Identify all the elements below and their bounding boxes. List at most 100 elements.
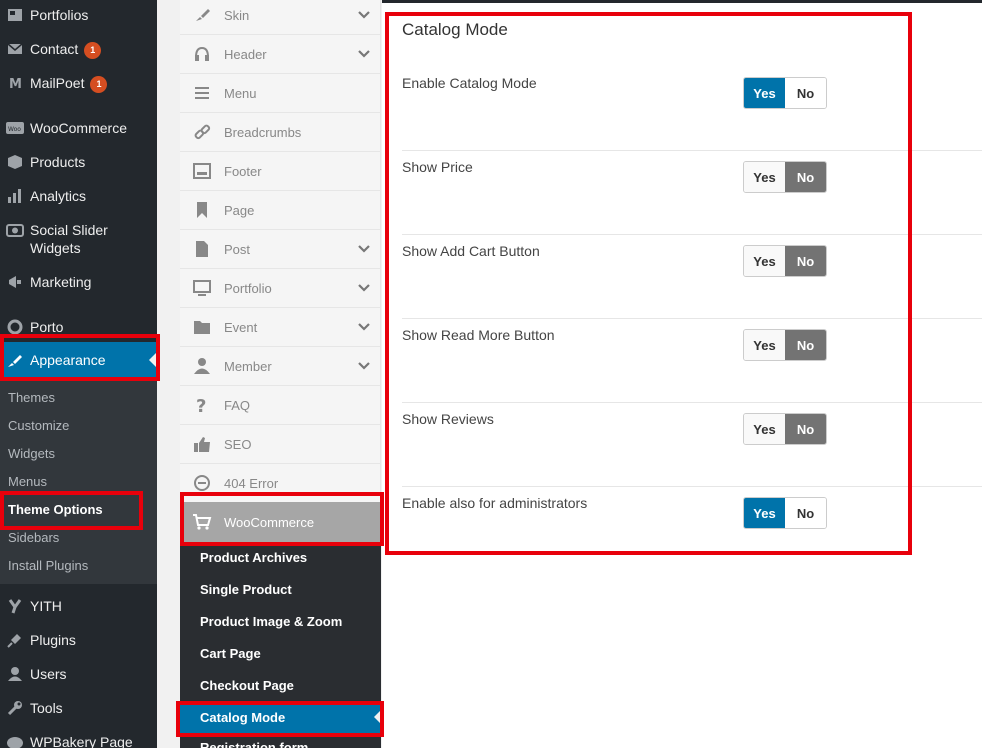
- woo-sub-checkout-page[interactable]: Checkout Page: [200, 678, 294, 694]
- menu-item-label: Plugins: [30, 632, 76, 648]
- theme-nav-label: Member: [224, 358, 272, 374]
- theme-nav-footer[interactable]: Footer: [180, 152, 381, 191]
- wrench-icon: [0, 699, 30, 716]
- theme-nav-woocommerce[interactable]: WooCommerce: [180, 502, 381, 542]
- theme-nav-post[interactable]: Post: [180, 230, 381, 269]
- menu-item-marketing[interactable]: Marketing: [0, 273, 157, 291]
- option-enable-for-admins: Enable also for administrators Yes No: [402, 487, 982, 571]
- toggle-yes[interactable]: Yes: [744, 162, 785, 192]
- theme-nav-header[interactable]: Header: [180, 35, 381, 74]
- submenu-widgets[interactable]: Widgets: [8, 446, 55, 462]
- headphones-icon: [180, 45, 224, 63]
- yes-no-toggle[interactable]: Yes No: [743, 77, 827, 109]
- menu-item-users[interactable]: Users: [0, 665, 157, 683]
- slider-icon: [0, 221, 30, 238]
- menu-item-label: Social Slider Widgets: [30, 222, 108, 256]
- theme-nav-skin[interactable]: Skin: [180, 0, 381, 35]
- woo-sub-catalog-mode[interactable]: Catalog Mode: [200, 710, 285, 726]
- toggle-yes[interactable]: Yes: [744, 498, 785, 528]
- chevron-down-icon: [357, 242, 371, 259]
- menu-item-social-slider[interactable]: Social Slider Widgets: [0, 221, 157, 257]
- menu-item-appearance[interactable]: Appearance: [0, 342, 157, 378]
- notification-badge: 1: [90, 76, 108, 93]
- toggle-yes[interactable]: Yes: [744, 330, 785, 360]
- submenu-install-plugins[interactable]: Install Plugins: [8, 558, 88, 574]
- theme-nav-member[interactable]: Member: [180, 347, 381, 386]
- yes-no-toggle[interactable]: Yes No: [743, 413, 827, 445]
- option-show-price: Show Price Yes No: [402, 151, 982, 235]
- svg-text:?: ?: [196, 396, 206, 414]
- menu-item-mailpoet[interactable]: M MailPoet 1: [0, 74, 157, 93]
- woo-sub-product-image-zoom[interactable]: Product Image & Zoom: [200, 614, 342, 630]
- chevron-down-icon: [357, 281, 371, 298]
- top-bar-edge: [382, 0, 982, 3]
- menu-item-contact[interactable]: Contact 1: [0, 40, 157, 59]
- menu-item-plugins[interactable]: Plugins: [0, 631, 157, 649]
- menu-item-products[interactable]: Products: [0, 153, 157, 171]
- option-label: Enable also for administrators: [402, 495, 588, 511]
- submenu-menus[interactable]: Menus: [8, 474, 47, 490]
- option-label: Show Read More Button: [402, 327, 555, 343]
- theme-nav-page[interactable]: Page: [180, 191, 381, 230]
- chevron-down-icon: [357, 47, 371, 64]
- menu-item-label: Porto: [30, 319, 64, 335]
- menu-item-woocommerce[interactable]: Woo WooCommerce: [0, 119, 157, 137]
- menu-item-wpbakery[interactable]: WPBakery Page: [0, 733, 157, 748]
- theme-nav-breadcrumbs[interactable]: Breadcrumbs: [180, 113, 381, 152]
- submenu-themes[interactable]: Themes: [8, 390, 55, 406]
- toggle-yes[interactable]: Yes: [744, 78, 785, 108]
- woo-sub-single-product[interactable]: Single Product: [200, 582, 292, 598]
- submenu-theme-options[interactable]: Theme Options: [8, 502, 103, 518]
- theme-nav-seo[interactable]: SEO: [180, 425, 381, 464]
- woo-sub-cart-page[interactable]: Cart Page: [200, 646, 261, 662]
- menu-item-label: Products: [30, 154, 86, 170]
- bar-chart-icon: [0, 187, 30, 204]
- yes-no-toggle[interactable]: Yes No: [743, 497, 827, 529]
- woo-sub-registration-form[interactable]: Registration form: [200, 740, 308, 748]
- theme-nav-event[interactable]: Event: [180, 308, 381, 347]
- toggle-no[interactable]: No: [785, 498, 826, 528]
- person-icon: [180, 357, 224, 375]
- monitor-icon: [180, 279, 224, 297]
- submenu-sidebars[interactable]: Sidebars: [8, 530, 59, 546]
- mail-icon: [0, 40, 30, 57]
- theme-nav-label: Portfolio: [224, 280, 272, 296]
- bookmark-icon: [180, 201, 224, 219]
- toggle-no[interactable]: No: [785, 78, 826, 108]
- section-title: Catalog Mode: [402, 20, 508, 39]
- menu-item-label: Users: [30, 666, 67, 682]
- menu-item-analytics[interactable]: Analytics: [0, 187, 157, 205]
- option-enable-catalog-mode: Enable Catalog Mode Yes No: [402, 67, 982, 151]
- menu-item-label: Tools: [30, 700, 63, 716]
- paintbrush-icon: [0, 352, 30, 369]
- theme-nav-portfolio[interactable]: Portfolio: [180, 269, 381, 308]
- toggle-no[interactable]: No: [785, 330, 826, 360]
- toggle-no[interactable]: No: [785, 162, 826, 192]
- toggle-yes[interactable]: Yes: [744, 414, 785, 444]
- theme-nav-label: FAQ: [224, 397, 251, 413]
- menu-item-yith[interactable]: YITH: [0, 597, 157, 615]
- option-label: Show Price: [402, 159, 473, 175]
- document-icon: [180, 240, 224, 258]
- menu-item-label: Analytics: [30, 188, 87, 204]
- yes-no-toggle[interactable]: Yes No: [743, 329, 827, 361]
- yes-no-toggle[interactable]: Yes No: [743, 245, 827, 277]
- link-icon: [180, 123, 224, 141]
- menu-item-porto[interactable]: Porto: [0, 318, 157, 336]
- theme-nav-faq[interactable]: ? FAQ: [180, 386, 381, 425]
- toggle-no[interactable]: No: [785, 414, 826, 444]
- menu-item-tools[interactable]: Tools: [0, 699, 157, 717]
- toggle-yes[interactable]: Yes: [744, 246, 785, 276]
- theme-nav-menu[interactable]: Menu: [180, 74, 381, 113]
- theme-nav-404[interactable]: 404 Error: [180, 464, 381, 503]
- yes-no-toggle[interactable]: Yes No: [743, 161, 827, 193]
- theme-nav-label: 404 Error: [224, 475, 279, 491]
- theme-nav-label: Menu: [224, 85, 257, 101]
- submenu-customize[interactable]: Customize: [8, 418, 69, 434]
- menu-item-portfolios[interactable]: Portfolios: [0, 6, 157, 24]
- toggle-no[interactable]: No: [785, 246, 826, 276]
- woo-sub-product-archives[interactable]: Product Archives: [200, 550, 307, 566]
- question-icon: ?: [180, 396, 224, 414]
- theme-nav-label: Post: [224, 241, 251, 257]
- chevron-down-icon: [357, 8, 371, 25]
